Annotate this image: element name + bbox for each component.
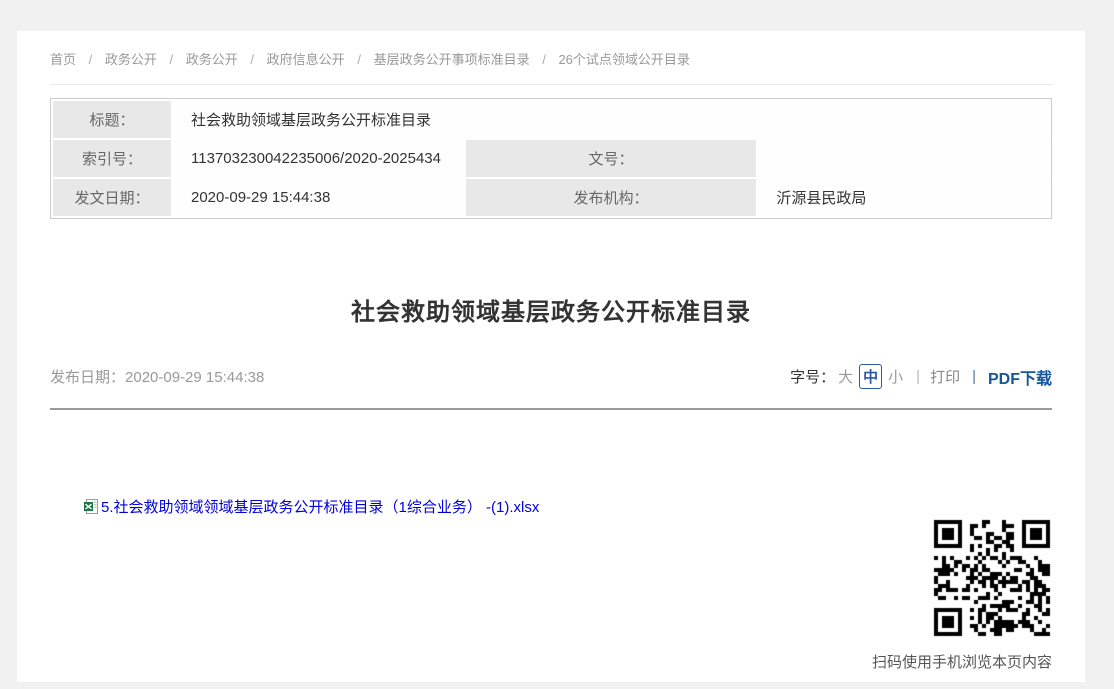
breadcrumb-item-pilot-catalog[interactable]: 26个试点领域公开目录	[558, 52, 689, 67]
meta-value-index-no: 113703230042235006/2020-2025434	[173, 140, 464, 177]
font-size-medium-button[interactable]: 中	[859, 364, 882, 389]
meta-value-issue-date: 2020-09-29 15:44:38	[173, 179, 464, 216]
document-meta-table: 标题： 社会救助领域基层政务公开标准目录 索引号： 11370323004223…	[50, 98, 1052, 219]
breadcrumb-separator: /	[170, 52, 174, 67]
content-panel: 首页 / 政务公开 / 政务公开 / 政府信息公开 / 基层政务公开事项标准目录…	[17, 31, 1085, 682]
breadcrumb-separator: /	[357, 52, 361, 67]
attachment-link[interactable]: 5.社会救助领域领域基层政务公开标准目录（1综合业务） -(1).xlsx	[101, 496, 539, 517]
breadcrumb-item-zwgk-2[interactable]: 政务公开	[186, 52, 238, 67]
table-row: 索引号： 113703230042235006/2020-2025434 文号：	[53, 140, 1049, 177]
meta-label-doc-no: 文号：	[466, 140, 757, 177]
content-divider	[50, 408, 1052, 410]
print-button[interactable]: 打印	[930, 366, 960, 387]
pdf-download-button[interactable]: PDF下载	[988, 365, 1052, 389]
article-meta-row: 发布日期：2020-09-29 15:44:38 字号： 大 中 小 | 打印 …	[50, 364, 1052, 389]
meta-value-title: 社会救助领域基层政务公开标准目录	[173, 101, 1049, 138]
toolbar-separator: |	[916, 368, 920, 385]
excel-file-icon	[84, 499, 98, 514]
toolbar: 字号： 大 中 小 | 打印 | PDF下载	[790, 364, 1052, 389]
qr-caption: 扫码使用手机浏览本页内容	[872, 651, 1052, 672]
breadcrumb-item-home[interactable]: 首页	[50, 52, 76, 67]
page-title: 社会救助领域基层政务公开标准目录	[50, 292, 1052, 327]
publish-date-value: 2020-09-29 15:44:38	[125, 369, 264, 386]
table-row: 发文日期： 2020-09-29 15:44:38 发布机构： 沂源县民政局	[53, 179, 1049, 216]
font-size-small-button[interactable]: 小	[888, 366, 903, 387]
qr-block: 扫码使用手机浏览本页内容	[50, 519, 1052, 672]
breadcrumb-divider	[50, 84, 1052, 85]
breadcrumb-separator: /	[542, 52, 546, 67]
table-row: 标题： 社会救助领域基层政务公开标准目录	[53, 101, 1049, 138]
meta-value-doc-no	[758, 140, 1049, 177]
meta-value-publisher: 沂源县民政局	[758, 179, 1049, 216]
toolbar-separator: |	[972, 368, 976, 385]
breadcrumb-separator: /	[89, 52, 93, 67]
qr-code	[933, 519, 1051, 637]
meta-label-index-no: 索引号：	[53, 140, 171, 177]
breadcrumb-item-gov-info[interactable]: 政府信息公开	[267, 52, 345, 67]
meta-label-title: 标题：	[53, 101, 171, 138]
publish-date: 发布日期：2020-09-29 15:44:38	[50, 366, 264, 387]
font-size-label: 字号：	[790, 366, 835, 387]
meta-label-publisher: 发布机构：	[466, 179, 757, 216]
breadcrumb-item-zwgk-1[interactable]: 政务公开	[105, 52, 157, 67]
publish-date-label: 发布日期：	[50, 369, 125, 386]
breadcrumb-item-standard-catalog[interactable]: 基层政务公开事项标准目录	[374, 52, 530, 67]
font-size-large-button[interactable]: 大	[838, 366, 853, 387]
attachment-row: 5.社会救助领域领域基层政务公开标准目录（1综合业务） -(1).xlsx	[84, 496, 1052, 517]
breadcrumb-separator: /	[250, 52, 254, 67]
breadcrumb: 首页 / 政务公开 / 政务公开 / 政府信息公开 / 基层政务公开事项标准目录…	[50, 31, 1052, 70]
meta-label-issue-date: 发文日期：	[53, 179, 171, 216]
